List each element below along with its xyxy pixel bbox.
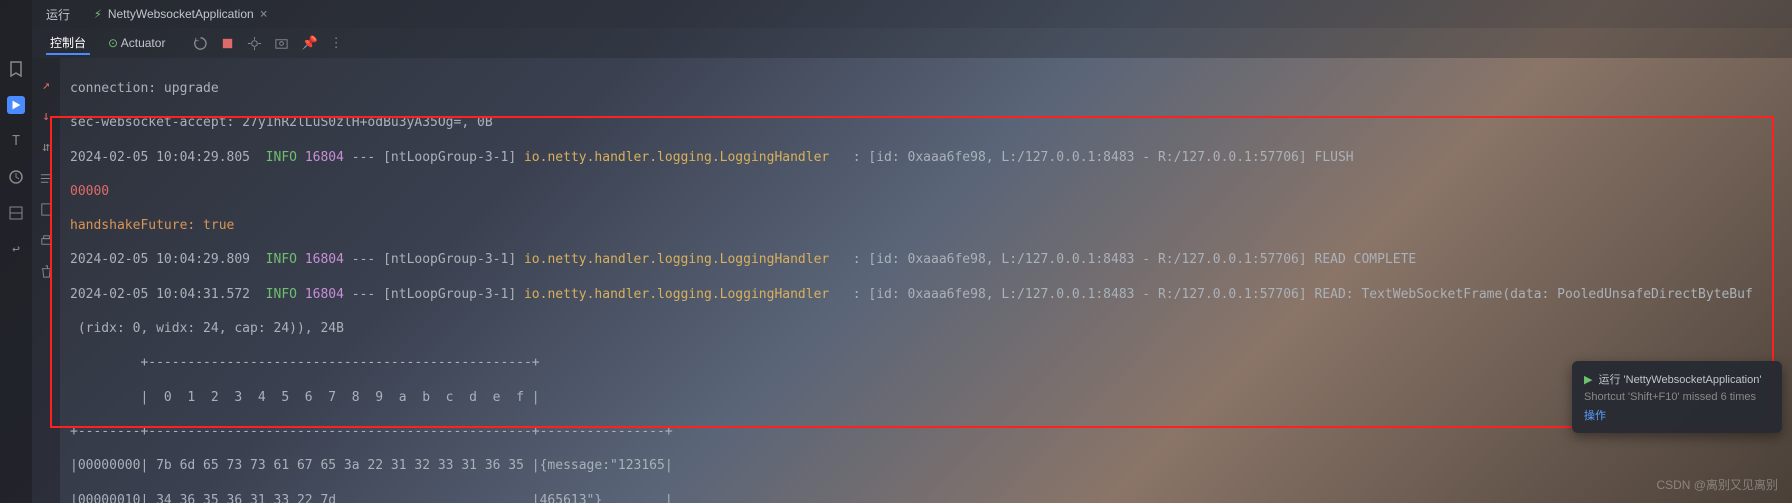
settings-icon[interactable] [247, 36, 262, 51]
hex-dump: +---------------------------------------… [70, 353, 1782, 372]
console-output[interactable]: connection: upgrade sec-websocket-accept… [60, 58, 1792, 503]
arrow-down-icon[interactable]: ↓ [42, 109, 50, 124]
log-error-line: 00000 [70, 182, 1782, 201]
run-icon: ⚡ [94, 7, 102, 22]
hex-dump: +--------+------------------------------… [70, 422, 1782, 441]
notification-sub: Shortcut 'Shift+F10' missed 6 times [1584, 391, 1770, 403]
print-icon[interactable] [39, 233, 54, 248]
pin-icon[interactable]: 📌 [301, 36, 317, 51]
tab-app-label: NettyWebsocketApplication [108, 7, 254, 21]
notification-popup[interactable]: ▶ 运行 'NettyWebsocketApplication' Shortcu… [1572, 361, 1782, 433]
more-icon[interactable]: ⋮ [330, 36, 343, 51]
play-icon[interactable] [7, 96, 25, 114]
hex-dump: |00000010| 34 36 35 36 31 33 22 7d |4656… [70, 491, 1782, 503]
log-warn-line: handshakeFuture: true [70, 216, 1782, 235]
hex-dump: |00000000| 7b 6d 65 73 73 61 67 65 3a 22… [70, 456, 1782, 475]
log-line: 2024-02-05 10:04:29.805 INFO 16804 --- [… [70, 148, 1782, 167]
notification-action[interactable]: 操作 [1584, 407, 1770, 423]
run-label: 运行 [46, 6, 70, 23]
trash-icon[interactable] [39, 264, 54, 279]
console-gutter: ↗ ↓ ⇵ [32, 58, 60, 503]
play-icon: ▶ [1584, 373, 1592, 386]
console-toolbar: 控制台 ⊙ Actuator 📌 ⋮ [32, 28, 1792, 58]
tab-app[interactable]: ⚡ NettyWebsocketApplication × [86, 3, 276, 26]
scroll-icon[interactable] [39, 202, 54, 217]
layout-icon[interactable] [7, 204, 25, 222]
activity-bar: T ↩ [0, 0, 32, 503]
softwrap-icon[interactable] [39, 171, 54, 186]
wrap-icon[interactable]: ⇵ [42, 140, 50, 155]
notification-title: 运行 'NettyWebsocketApplication' [1598, 371, 1761, 387]
arrow-up-icon[interactable]: ↗ [42, 78, 50, 93]
watermark: CSDN @离别又见离别 [1656, 476, 1778, 493]
history-icon[interactable] [7, 168, 25, 186]
log-line: 2024-02-05 10:04:29.809 INFO 16804 --- [… [70, 250, 1782, 269]
close-icon[interactable]: × [260, 7, 268, 22]
run-tabs: 运行 ⚡ NettyWebsocketApplication × [32, 0, 1792, 28]
log-line: connection: upgrade [70, 79, 1782, 98]
hex-dump: | 0 1 2 3 4 5 6 7 8 9 a b c d e f | [70, 388, 1782, 407]
actuator-tab-button[interactable]: ⊙ Actuator [104, 34, 169, 52]
stop-icon[interactable] [220, 36, 235, 51]
camera-icon[interactable] [274, 36, 289, 51]
log-line: sec-websocket-accept: 27y1hR2lLuS0zlH+od… [70, 113, 1782, 132]
return-icon[interactable]: ↩ [7, 240, 25, 258]
text-icon[interactable]: T [7, 132, 25, 150]
log-line: 2024-02-05 10:04:31.572 INFO 16804 --- [… [70, 285, 1782, 304]
log-line: (ridx: 0, widx: 24, cap: 24)), 24B [70, 319, 1782, 338]
bookmark-icon[interactable] [7, 60, 25, 78]
rerun-icon[interactable] [193, 36, 208, 51]
console-tab-button[interactable]: 控制台 [46, 32, 90, 55]
